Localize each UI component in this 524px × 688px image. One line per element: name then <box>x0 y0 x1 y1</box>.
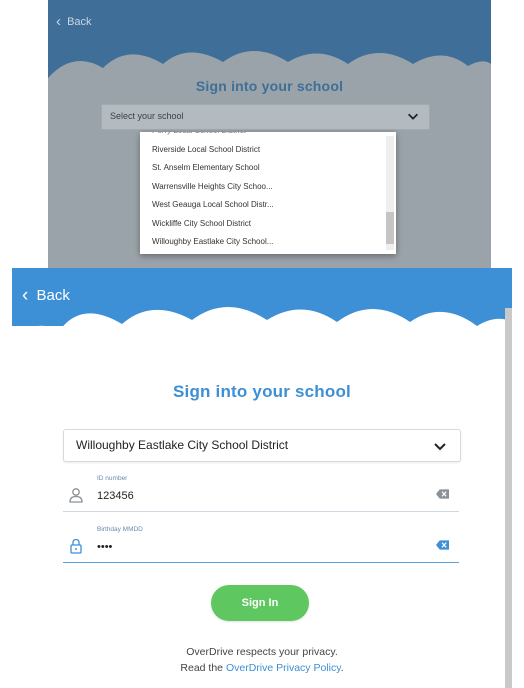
privacy-policy-link[interactable]: OverDrive Privacy Policy <box>226 662 341 674</box>
backspace-clear-icon[interactable] <box>436 489 449 499</box>
page-scrollbar-thumb[interactable] <box>505 308 512 688</box>
top-page-title: Sign into your school <box>195 78 344 94</box>
school-picker-screen: ‹ Back Sign into your school Select your… <box>48 0 491 270</box>
lock-icon <box>70 538 82 554</box>
privacy-policy-line: Read the OverDrive Privacy Policy. <box>12 662 512 674</box>
dropdown-option[interactable]: St. Anselm Elementary School <box>140 159 396 178</box>
dropdown-option[interactable]: West Geauga Local School Distr... <box>140 196 396 215</box>
chevron-left-icon: ‹ <box>56 13 61 30</box>
page-title: Sign into your school <box>173 382 351 401</box>
chevron-down-icon <box>408 113 418 120</box>
top-back-label: Back <box>67 16 92 28</box>
school-select-value: Willoughby Eastlake City School District <box>76 438 289 452</box>
dropdown-option[interactable]: Perry Local School District <box>140 132 396 141</box>
dropdown-scrollbar-thumb[interactable] <box>386 212 394 244</box>
top-school-select-placeholder: Select your school <box>110 111 184 121</box>
backspace-clear-icon[interactable] <box>436 540 449 550</box>
birthday-input[interactable] <box>97 538 397 556</box>
page-scrollbar[interactable] <box>505 308 512 688</box>
top-back-button[interactable]: ‹ Back <box>56 12 92 30</box>
birthday-field: Birthday MMDD <box>63 526 459 563</box>
dropdown-option[interactable]: Willoughby Eastlake City School... <box>140 233 396 252</box>
sign-in-screen: ‹ Back Sign into your school Willoughby … <box>12 268 512 688</box>
privacy-suffix: . <box>340 662 344 674</box>
birthday-label: Birthday MMDD <box>97 526 143 533</box>
dropdown-option[interactable]: Riverside Local School District <box>140 141 396 160</box>
top-school-select[interactable]: Select your school <box>101 104 430 130</box>
sign-in-button[interactable]: Sign In <box>211 585 309 621</box>
id-number-label: ID number <box>97 475 128 482</box>
privacy-statement: OverDrive respects your privacy. <box>186 646 338 658</box>
id-number-input[interactable] <box>97 487 397 505</box>
id-number-field: ID number <box>63 475 459 512</box>
dropdown-option[interactable]: Wickliffe City School District <box>140 215 396 234</box>
dropdown-scrollbar[interactable] <box>386 136 394 250</box>
dropdown-option[interactable]: Warrensville Heights City Schoo... <box>140 178 396 197</box>
privacy-prefix: Read the <box>180 662 226 674</box>
chevron-down-icon <box>434 443 446 451</box>
user-icon <box>69 488 83 503</box>
cloud-decoration <box>12 307 512 370</box>
school-select[interactable]: Willoughby Eastlake City School District <box>63 429 461 462</box>
school-dropdown-list[interactable]: Perry Local School District Riverside Lo… <box>140 132 396 254</box>
